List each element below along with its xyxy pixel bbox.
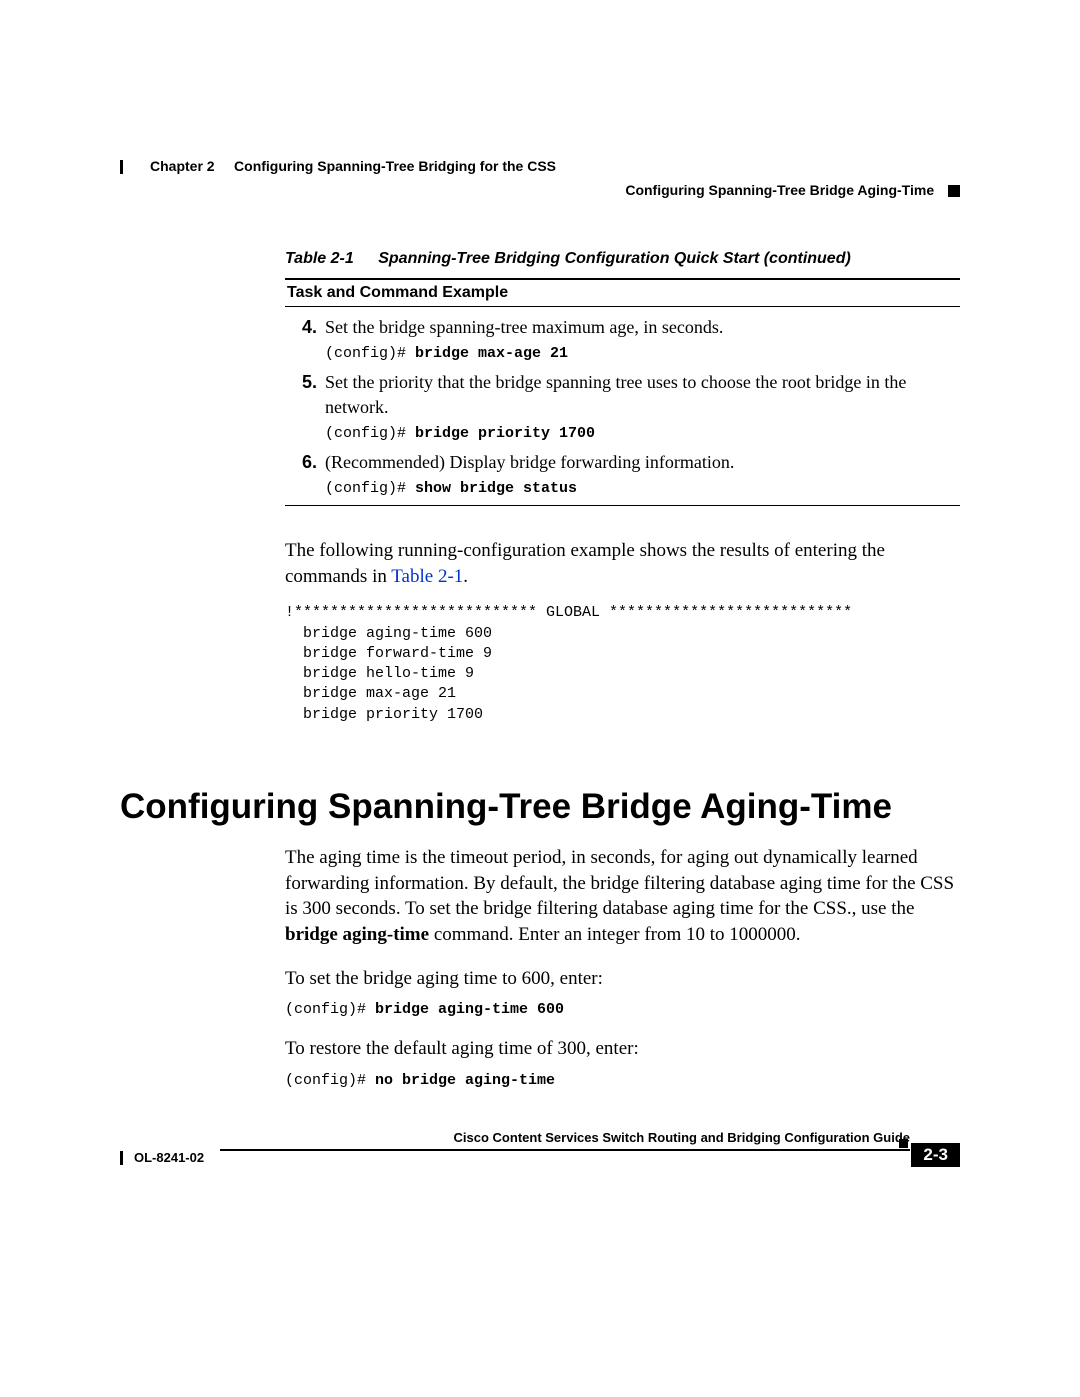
code-block: !*************************** GLOBAL ****… — [285, 603, 960, 725]
chapter-heading: Chapter 2 Configuring Spanning-Tree Brid… — [150, 158, 556, 174]
cmd-text: bridge aging-time 600 — [375, 1001, 564, 1018]
page-footer: Cisco Content Services Switch Routing an… — [120, 1130, 960, 1173]
step-number: 4. — [285, 315, 325, 339]
table-body: 4. Set the bridge spanning-tree maximum … — [285, 315, 960, 506]
paragraph: To restore the default aging time of 300… — [285, 1036, 960, 1062]
table-ref-link[interactable]: Table 2-1 — [391, 566, 463, 587]
table-caption-label: Table 2-1 — [285, 250, 354, 267]
table-row: 4. Set the bridge spanning-tree maximum … — [285, 315, 960, 339]
step-text: Set the priority that the bridge spannin… — [325, 370, 960, 419]
step-command: (config)# bridge priority 1700 — [325, 425, 960, 442]
cmd-text: bridge priority 1700 — [415, 425, 595, 442]
chapter-label: Chapter 2 — [150, 158, 215, 174]
para-text: command. Enter an integer from 10 to 100… — [429, 924, 800, 945]
cmd-prompt: (config)# — [285, 1072, 375, 1089]
page-content: Chapter 2 Configuring Spanning-Tree Brid… — [120, 160, 960, 1089]
cmd-text: bridge max-age 21 — [415, 345, 568, 362]
table-header: Task and Command Example — [285, 278, 960, 307]
footer-doc-id: OL-8241-02 — [134, 1150, 204, 1165]
step-command: (config)# show bridge status — [325, 480, 960, 497]
table-caption-text: Spanning-Tree Bridging Configuration Qui… — [378, 250, 851, 267]
cmd-prompt: (config)# — [325, 425, 415, 442]
cmd-text: show bridge status — [415, 480, 577, 497]
table-caption: Table 2-1 Spanning-Tree Bridging Configu… — [285, 250, 960, 268]
header-marker-icon — [948, 185, 960, 197]
cmd-prompt: (config)# — [325, 345, 415, 362]
section-heading: Configuring Spanning-Tree Bridge Aging-T… — [625, 182, 960, 198]
section-title: Configuring Spanning-Tree Bridge Aging-T… — [625, 182, 934, 198]
step-number: 5. — [285, 370, 325, 419]
para-text: The following running-configuration exam… — [285, 540, 885, 587]
table-row: 5. Set the priority that the bridge span… — [285, 370, 960, 419]
cmd-prompt: (config)# — [325, 480, 415, 497]
header-bar — [120, 160, 123, 174]
step-number: 6. — [285, 450, 325, 474]
footer-marker-icon — [899, 1139, 908, 1148]
para-text: . — [463, 566, 468, 587]
footer-bar — [120, 1151, 123, 1165]
step-command: (config)# bridge max-age 21 — [325, 345, 960, 362]
paragraph: The aging time is the timeout period, in… — [285, 845, 960, 948]
table-row: 6. (Recommended) Display bridge forwardi… — [285, 450, 960, 474]
section-h1: Configuring Spanning-Tree Bridge Aging-T… — [120, 787, 960, 827]
cmd-prompt: (config)# — [285, 1001, 375, 1018]
cmd-text: no bridge aging-time — [375, 1072, 555, 1089]
footer-guide-title: Cisco Content Services Switch Routing an… — [120, 1130, 910, 1145]
footer-row: OL-8241-02 2-3 — [120, 1149, 960, 1173]
command-line: (config)# no bridge aging-time — [285, 1072, 960, 1089]
step-text: Set the bridge spanning-tree maximum age… — [325, 315, 960, 339]
paragraph: To set the bridge aging time to 600, ent… — [285, 966, 960, 992]
page-number: 2-3 — [911, 1143, 960, 1167]
step-text: (Recommended) Display bridge forwarding … — [325, 450, 960, 474]
inline-command: bridge aging-time — [285, 924, 429, 945]
para-text: The aging time is the timeout period, in… — [285, 847, 954, 919]
footer-rule — [220, 1149, 910, 1151]
chapter-title: Configuring Spanning-Tree Bridging for t… — [234, 158, 556, 174]
paragraph: The following running-configuration exam… — [285, 538, 960, 589]
main-content: Table 2-1 Spanning-Tree Bridging Configu… — [285, 250, 960, 1089]
command-line: (config)# bridge aging-time 600 — [285, 1001, 960, 1018]
